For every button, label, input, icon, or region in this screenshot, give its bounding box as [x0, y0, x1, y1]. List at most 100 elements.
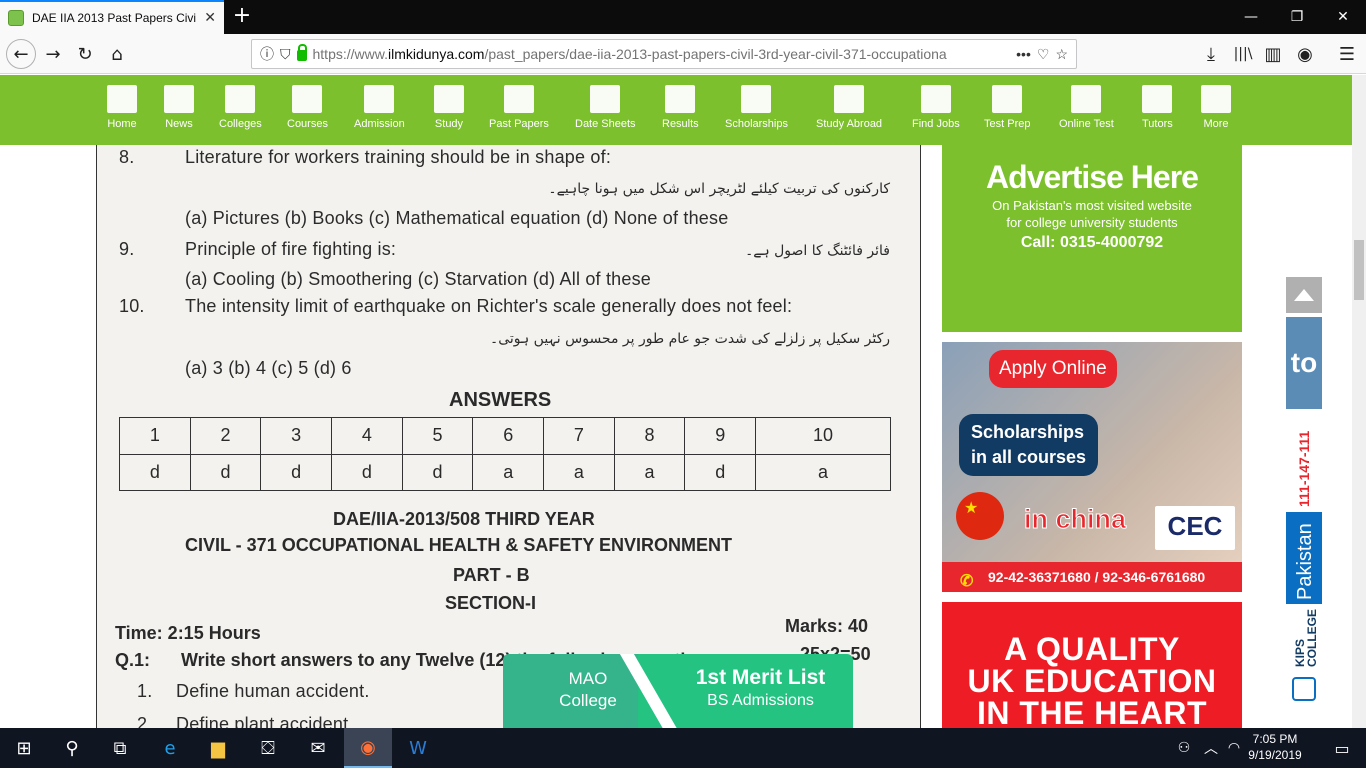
page-actions-icon[interactable]: ••• [1016, 46, 1031, 62]
nav-study-abroad[interactable]: Study Abroad [816, 85, 882, 130]
kips-college: KIPS COLLEGE [1293, 608, 1319, 667]
new-tab-button[interactable]: + [230, 4, 254, 28]
kips-pakistan-box: Pakistan [1286, 512, 1322, 604]
q8-options: (a) Pictures (b) Books (c) Mathematical … [185, 208, 729, 228]
downloads-icon[interactable]: ⤓ [1196, 40, 1226, 68]
q8-urdu: کارکنوں کی تربیت کیلئے لٹریچر اس شکل میں… [548, 181, 890, 197]
nav-admission[interactable]: Admission [354, 85, 405, 130]
page-scrollbar[interactable] [1352, 75, 1366, 728]
q10-number: 10. [119, 296, 145, 316]
bookmark-star-icon[interactable]: ☆ [1055, 46, 1068, 63]
back-button[interactable]: ← [6, 39, 36, 69]
answer-value: a [543, 453, 615, 491]
china-flag-icon: ★ [956, 492, 1004, 540]
news-icon [164, 85, 194, 113]
navigation-toolbar: ← → ↻ ⌂ ⓘ ⛉ https://www.ilmkidunya.com/p… [0, 34, 1366, 74]
answer-number: 2 [189, 417, 262, 455]
library-icon[interactable]: |||\ [1228, 40, 1258, 68]
info-icon[interactable]: ⓘ [260, 44, 274, 64]
answer-value: d [331, 453, 403, 491]
account-icon[interactable]: ◉ [1290, 40, 1320, 68]
cec-china-ad[interactable]: Apply Online Scholarships in all courses … [942, 342, 1242, 592]
kips-ad-image: to [1286, 317, 1322, 409]
home-button[interactable]: ⌂ [102, 40, 132, 68]
answer-number: 8 [613, 417, 686, 455]
nav-online-test[interactable]: Online Test [1059, 85, 1114, 130]
tab-title: DAE IIA 2013 Past Papers Civil 3 [32, 11, 197, 25]
nav-courses[interactable]: Courses [287, 85, 328, 130]
kips-side-ad[interactable]: to 111-147-111 Pakistan KIPS COLLEGE [1286, 277, 1322, 707]
edge-icon[interactable]: e [146, 728, 194, 768]
lock-icon[interactable] [296, 44, 307, 61]
nav-colleges[interactable]: Colleges [219, 85, 262, 130]
nav-more[interactable]: More [1201, 85, 1231, 130]
nav-results[interactable]: Results [662, 85, 699, 130]
answer-value: d [189, 453, 262, 491]
uk-education-ad[interactable]: A QUALITY UK EDUCATION IN THE HEART [942, 602, 1242, 728]
nav-scholarships[interactable]: Scholarships [725, 85, 788, 130]
results-chart-icon [665, 85, 696, 113]
address-bar[interactable]: ⓘ ⛉ https://www.ilmkidunya.com/past_pape… [251, 39, 1077, 69]
tab-close-icon[interactable]: ✕ [204, 10, 216, 26]
reload-button[interactable]: ↻ [70, 40, 100, 68]
cec-phone-bar: ✆ 92-42-36371680 / 92-346-6761680 [942, 562, 1242, 592]
windows-start-icon[interactable]: ⊞ [0, 728, 48, 768]
q8-number: 8. [119, 147, 135, 167]
q9-options: (a) Cooling (b) Smoothering (c) Starvati… [185, 269, 651, 289]
nav-past-papers[interactable]: Past Papers [489, 85, 549, 130]
nav-test-prep[interactable]: Test Prep [984, 85, 1030, 130]
ad1-phone: Call: 0315-4000792 [1020, 234, 1164, 251]
scholarships-bubble: Scholarships in all courses [959, 414, 1099, 476]
nav-home[interactable]: Home [107, 85, 137, 130]
sub2-number: 2. [137, 714, 153, 728]
url-text[interactable]: https://www.ilmkidunya.com/past_papers/d… [313, 46, 1011, 62]
answer-value: a [755, 453, 891, 491]
ad1-line2: for college university students [1006, 215, 1178, 230]
mao-college-banner[interactable]: MAO College 1st Merit List BS Admissions [503, 654, 853, 728]
nav-study[interactable]: Study [434, 85, 464, 130]
exam-title-line2: CIVIL - 371 OCCUPATIONAL HEALTH & SAFETY… [185, 535, 733, 555]
apply-online-bubble: Apply Online [989, 350, 1117, 388]
scrollbar-thumb[interactable] [1354, 240, 1364, 300]
advertise-here-ad[interactable]: Advertise Here On Pakistan's most visite… [942, 145, 1242, 332]
sidebar-icon[interactable]: ▥ [1258, 40, 1288, 68]
mao-bs-admissions: BS Admissions [707, 692, 814, 709]
task-view-icon[interactable]: ⧉ [96, 728, 144, 768]
calendar-icon [590, 85, 621, 113]
forward-button[interactable]: → [38, 40, 68, 68]
search-icon[interactable]: ⚲ [48, 728, 96, 768]
nav-date-sheets[interactable]: Date Sheets [575, 85, 636, 130]
sub1-text: Define human accident. [176, 681, 370, 701]
window-close-icon[interactable]: ✕ [1320, 0, 1366, 34]
q9-urdu: فائر فائٹنگ کا اصول ہے۔ [745, 243, 890, 259]
menu-icon[interactable]: ☰ [1332, 40, 1362, 68]
file-explorer-icon[interactable]: ▆ [194, 728, 242, 768]
test-prep-icon [992, 85, 1023, 113]
answer-number: 4 [331, 417, 403, 455]
nav-tutors[interactable]: Tutors [1142, 85, 1173, 130]
nav-news[interactable]: News [164, 85, 194, 130]
exam-time: Time: 2:15 Hours [115, 623, 261, 643]
pocket-icon[interactable]: ♡ [1037, 46, 1050, 63]
mail-icon[interactable]: ✉ [294, 728, 342, 768]
word-icon[interactable]: W [394, 728, 442, 768]
answers-number-row: 1 2 3 4 5 6 7 8 9 10 [119, 417, 891, 455]
scroll-to-top-button[interactable] [1286, 277, 1322, 313]
courses-icon [292, 85, 323, 113]
ad1-line1: On Pakistan's most visited website [992, 198, 1192, 213]
minimize-icon[interactable]: — [1228, 0, 1274, 34]
nav-find-jobs[interactable]: Find Jobs [912, 85, 960, 130]
answer-value: d [119, 453, 191, 491]
store-icon[interactable]: ⛋ [244, 728, 292, 768]
globe-icon [834, 85, 865, 113]
notifications-icon[interactable]: ▭ [1318, 728, 1366, 768]
answer-number: 3 [260, 417, 333, 455]
q10-options: (a) 3 (b) 4 (c) 5 (d) 6 [185, 358, 352, 378]
shield-icon[interactable]: ⛉ [280, 46, 291, 63]
browser-tab[interactable]: DAE IIA 2013 Past Papers Civil 3 ✕ [0, 0, 224, 34]
firefox-icon[interactable]: ◉ [344, 728, 392, 768]
restore-icon[interactable]: ❐ [1274, 0, 1320, 34]
tab-strip: DAE IIA 2013 Past Papers Civil 3 ✕ + — ❐… [0, 0, 1366, 34]
more-icon [1201, 85, 1231, 113]
clock[interactable]: 7:05 PM 9/19/2019 [1240, 731, 1310, 763]
